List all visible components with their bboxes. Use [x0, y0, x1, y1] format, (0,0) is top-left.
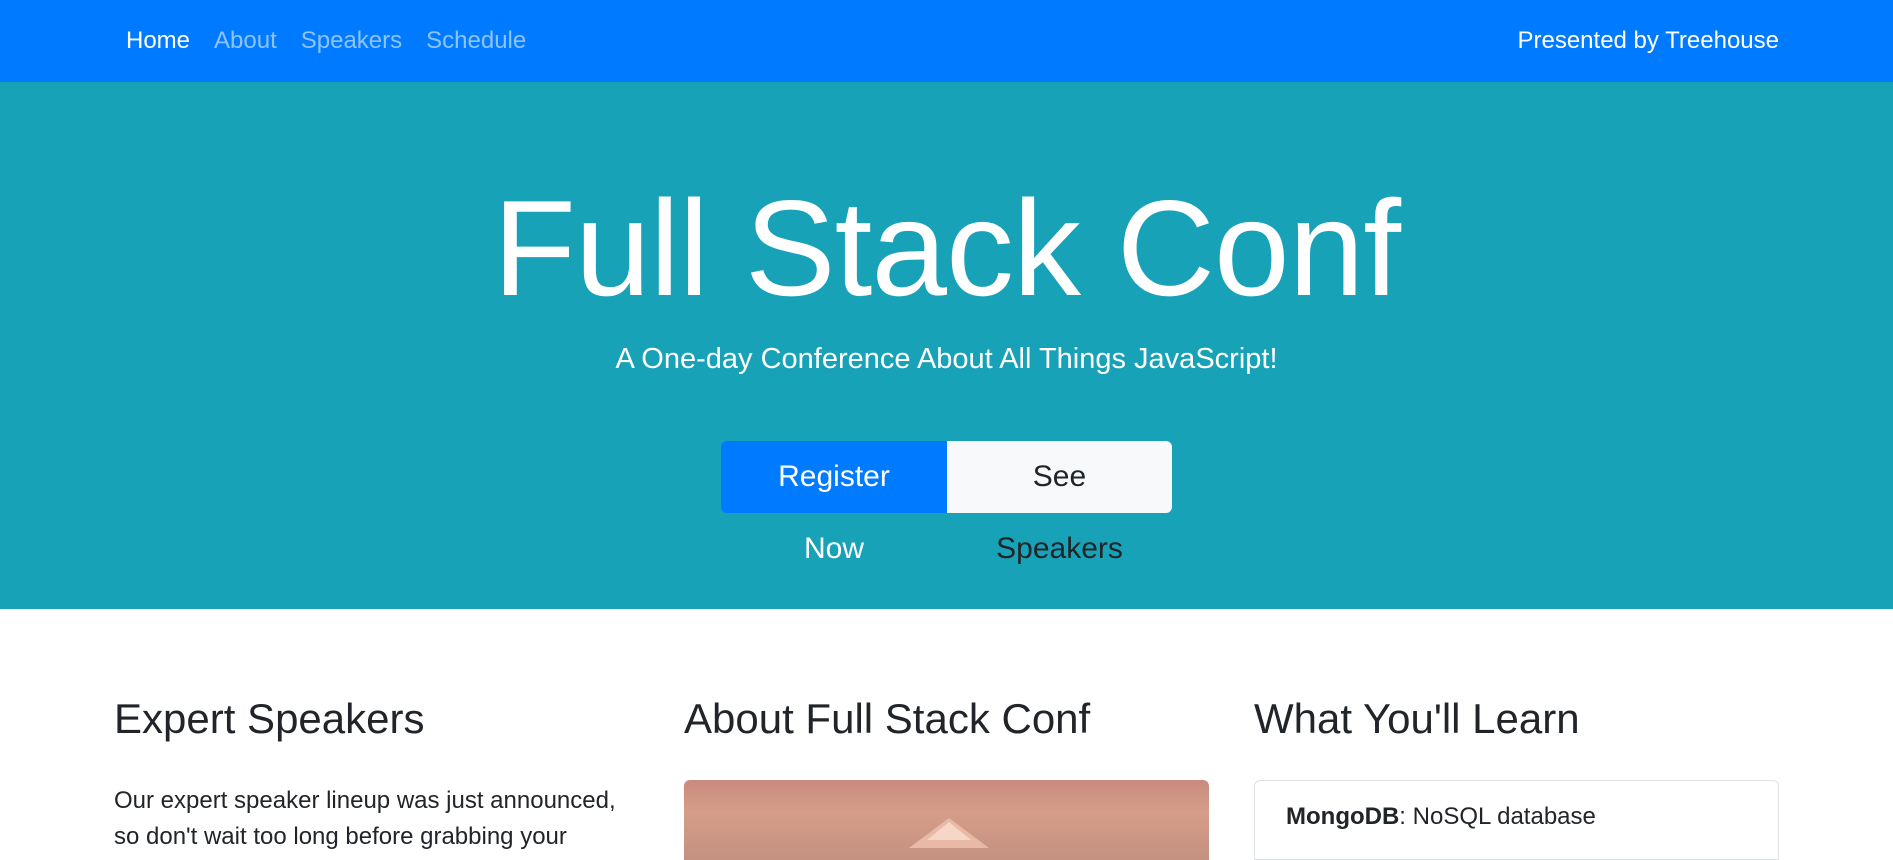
register-now-button[interactable]: Register Now [721, 441, 947, 565]
about-mountain-image [684, 780, 1209, 860]
nav-links: Home About Speakers Schedule [126, 27, 526, 55]
learn-item-description: : NoSQL database [1399, 803, 1596, 830]
about-heading: About Full Stack Conf [684, 695, 1091, 742]
learn-heading: What You'll Learn [1254, 695, 1580, 742]
list-item: MongoDB: NoSQL database [1286, 803, 1747, 831]
expert-speakers-heading: Expert Speakers [114, 695, 425, 742]
learn-list-group: MongoDB: NoSQL database [1254, 780, 1779, 860]
main-content: Expert Speakers Our expert speaker lineu… [0, 609, 1893, 860]
nav-link-about[interactable]: About [214, 27, 277, 55]
expert-speakers-text: Our expert speaker lineup was just annou… [114, 787, 616, 850]
nav-link-home[interactable]: Home [126, 27, 190, 55]
mountain-snowcap-shape [927, 822, 971, 840]
hero-subtitle: A One-day Conference About All Things Ja… [615, 343, 1278, 375]
learn-item-name: MongoDB [1286, 803, 1400, 830]
top-navbar: Home About Speakers Schedule Presented b… [0, 0, 1893, 82]
see-speakers-button[interactable]: See Speakers [947, 441, 1172, 565]
nav-link-speakers[interactable]: Speakers [301, 27, 402, 55]
hero-jumbotron: Full Stack Conf A One-day Conference Abo… [0, 82, 1893, 609]
nav-link-schedule[interactable]: Schedule [426, 27, 526, 55]
hero-title: Full Stack Conf [492, 172, 1401, 324]
presented-by-link[interactable]: Presented by Treehouse [1517, 27, 1779, 55]
hero-button-group: Register Now See Speakers [721, 441, 1172, 565]
